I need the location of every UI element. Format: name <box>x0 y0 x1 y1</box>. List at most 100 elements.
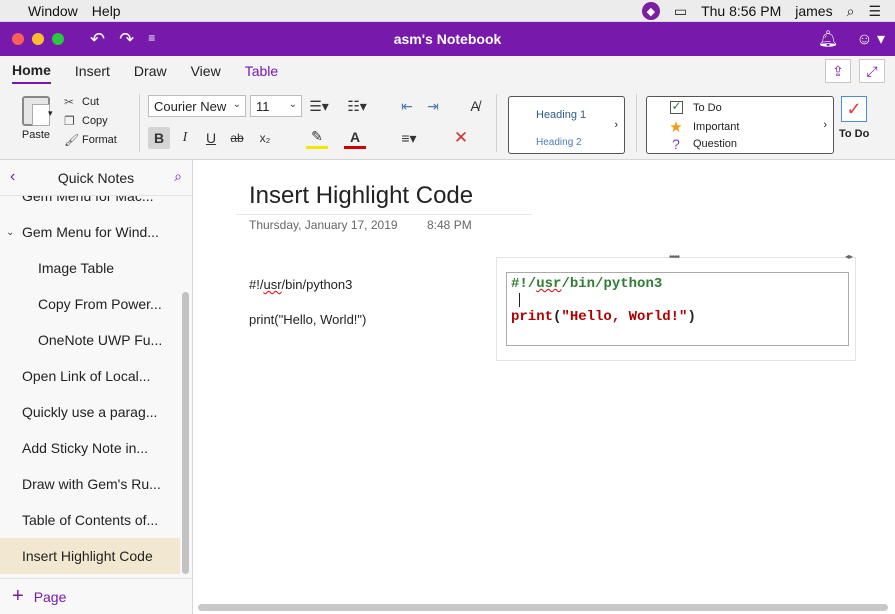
code-line-print: print("Hello, World!") <box>511 309 696 325</box>
highlight-color-icon[interactable]: ✎ <box>306 127 328 149</box>
page-title[interactable]: Insert Highlight Code <box>249 182 473 210</box>
chevron-left-icon[interactable]: ‹ <box>10 168 15 186</box>
font-size-select[interactable]: 11 ⌄ <box>250 95 302 117</box>
window-title-bar: ↶ ↷ ≡ asm's Notebook 🔔︎ ☺ ▾ <box>0 22 895 56</box>
tab-table[interactable]: Table <box>245 59 278 83</box>
increase-indent-icon[interactable]: ⇥ <box>422 95 444 117</box>
undo-icon[interactable]: ↶ <box>90 29 105 50</box>
code-block[interactable]: #!/usr/bin/python3 print("Hello, World!"… <box>506 272 849 346</box>
tag-important[interactable]: ★ Important <box>667 118 739 136</box>
tag-question-label: Question <box>693 138 738 150</box>
align-icon[interactable]: ≡▾ <box>398 127 420 149</box>
menu-help[interactable]: Help <box>92 3 135 19</box>
delete-icon[interactable]: ✕ <box>450 127 472 149</box>
page-item[interactable]: ⌄ Gem Menu for Wind... <box>0 214 180 250</box>
tab-insert[interactable]: Insert <box>75 59 110 83</box>
paste-dropdown-icon[interactable]: ▾ <box>48 108 53 119</box>
cut-label: Cut <box>82 95 100 108</box>
canvas-horizontal-scrollbar[interactable] <box>198 604 888 611</box>
note-line-shebang[interactable]: #!/usr/bin/python3 <box>249 277 352 292</box>
add-page-button[interactable]: + Page <box>0 578 193 614</box>
tab-view[interactable]: View <box>191 59 221 83</box>
expand-icon[interactable]: ⤢ <box>859 59 885 83</box>
chevron-down-icon: ⌄ <box>288 99 297 110</box>
paste-label: Paste <box>21 129 51 141</box>
ribbon-separator <box>139 94 140 152</box>
note-canvas[interactable]: Insert Highlight Code Thursday, January … <box>194 160 895 614</box>
italic-button[interactable]: I <box>174 127 196 149</box>
decrease-indent-icon[interactable]: ⇤ <box>396 95 418 117</box>
page-item-title: Insert Highlight Code <box>22 548 153 564</box>
numbered-list-icon[interactable]: ☷▾ <box>346 95 368 117</box>
tags-gallery[interactable]: To Do ★ Important ? Question › <box>646 96 834 154</box>
menu-window[interactable]: Window <box>28 3 92 19</box>
drag-handle-icon[interactable]: •••• <box>669 252 680 263</box>
tag-todo[interactable]: To Do <box>667 99 722 114</box>
spotlight-search-icon[interactable]: ⌕ <box>847 3 855 20</box>
gem-icon[interactable]: ◆ <box>641 2 660 20</box>
format-painter-button[interactable]: 🖌︎ Format <box>64 130 117 149</box>
redo-icon[interactable]: ↷ <box>119 29 134 50</box>
page-list-scrollbar[interactable] <box>182 292 189 574</box>
code-block-container[interactable]: •••• ◂▸ #!/usr/bin/python3 print("Hello,… <box>496 252 856 361</box>
tab-home[interactable]: Home <box>12 58 51 84</box>
display-icon[interactable]: ▭ <box>674 3 687 20</box>
menu-extras: ◆ ▭ Thu 8:56 PM james ⌕ ☰ <box>641 0 895 22</box>
tab-draw[interactable]: Draw <box>134 59 167 83</box>
clock[interactable]: Thu 8:56 PM <box>701 3 781 19</box>
code-keyword: print <box>511 309 554 325</box>
share-icon[interactable]: ⇪ <box>825 59 851 83</box>
page-item-title: Copy From Power... <box>38 296 162 312</box>
search-icon[interactable]: ⌕ <box>174 168 182 185</box>
style-heading-2[interactable]: Heading 2 <box>536 137 582 148</box>
bullet-list-icon[interactable]: ☰▾ <box>308 95 330 117</box>
ribbon-separator <box>496 94 497 152</box>
copy-button[interactable]: ❐ Copy <box>64 111 117 130</box>
bell-icon[interactable]: 🔔︎ <box>818 29 838 49</box>
zoom-window-button[interactable] <box>52 33 64 45</box>
page-item[interactable]: Open Link of Local... <box>0 358 180 394</box>
checkbox-icon <box>667 99 685 114</box>
font-color-icon[interactable]: A <box>344 127 366 149</box>
customize-toolbar-icon[interactable]: ≡ <box>148 31 155 50</box>
page-item[interactable]: Draw with Gem's Ru... <box>0 466 180 502</box>
font-name-select[interactable]: Courier New ⌄ <box>148 95 246 117</box>
user-name[interactable]: james <box>795 3 832 19</box>
page-item[interactable]: Table of Contents of... <box>0 502 180 538</box>
clear-formatting-icon[interactable]: A̸ <box>464 95 486 117</box>
style-heading-1[interactable]: Heading 1 <box>536 109 586 121</box>
section-title: Quick Notes <box>57 169 135 186</box>
page-item-title: Open Link of Local... <box>22 368 151 384</box>
page-item-title: Gem Menu for Wind... <box>22 224 159 240</box>
page-item-selected[interactable]: Insert Highlight Code <box>0 538 180 574</box>
page-item[interactable]: Gem Menu for Mac... <box>0 196 180 214</box>
todo-tag-button[interactable]: ✓ To Do <box>839 96 869 140</box>
subscript-button[interactable]: x₂ <box>254 127 276 149</box>
chevron-right-icon[interactable]: › <box>614 119 618 131</box>
home-ribbon: Paste ▾ ✂ Cut ❐ Copy 🖌︎ Format Courier New … <box>0 86 895 160</box>
page-item[interactable]: Add Sticky Note in... <box>0 430 180 466</box>
resize-arrows-icon[interactable]: ◂▸ <box>845 252 853 261</box>
chevron-right-icon[interactable]: › <box>823 119 827 131</box>
feedback-smiley-icon[interactable]: ☺ ▾ <box>856 29 885 49</box>
minimize-window-button[interactable] <box>32 33 44 45</box>
strikethrough-button[interactable]: ab <box>226 127 248 149</box>
close-window-button[interactable] <box>12 33 24 45</box>
scissors-icon: ✂ <box>64 94 75 109</box>
page-item[interactable]: Copy From Power... <box>0 286 180 322</box>
page-item[interactable]: Image Table <box>0 250 180 286</box>
underline-button[interactable]: U <box>200 127 222 149</box>
bold-button[interactable]: B <box>148 127 170 149</box>
code-token: #!/ <box>511 276 537 292</box>
note-line-print[interactable]: print("Hello, World!") <box>249 312 366 327</box>
tag-question[interactable]: ? Question <box>667 136 737 152</box>
format-label: Format <box>82 133 117 146</box>
chevron-down-icon[interactable]: ⌄ <box>6 227 22 238</box>
notification-center-icon[interactable]: ☰ <box>868 3 881 20</box>
cut-button[interactable]: ✂ Cut <box>64 92 117 111</box>
font-name-value: Courier New <box>154 98 227 114</box>
styles-gallery[interactable]: Heading 1 Heading 2 › <box>508 96 625 154</box>
format-painter-icon: 🖌︎ <box>64 132 80 147</box>
page-item[interactable]: Quickly use a parag... <box>0 394 180 430</box>
page-item[interactable]: OneNote UWP Fu... <box>0 322 180 358</box>
